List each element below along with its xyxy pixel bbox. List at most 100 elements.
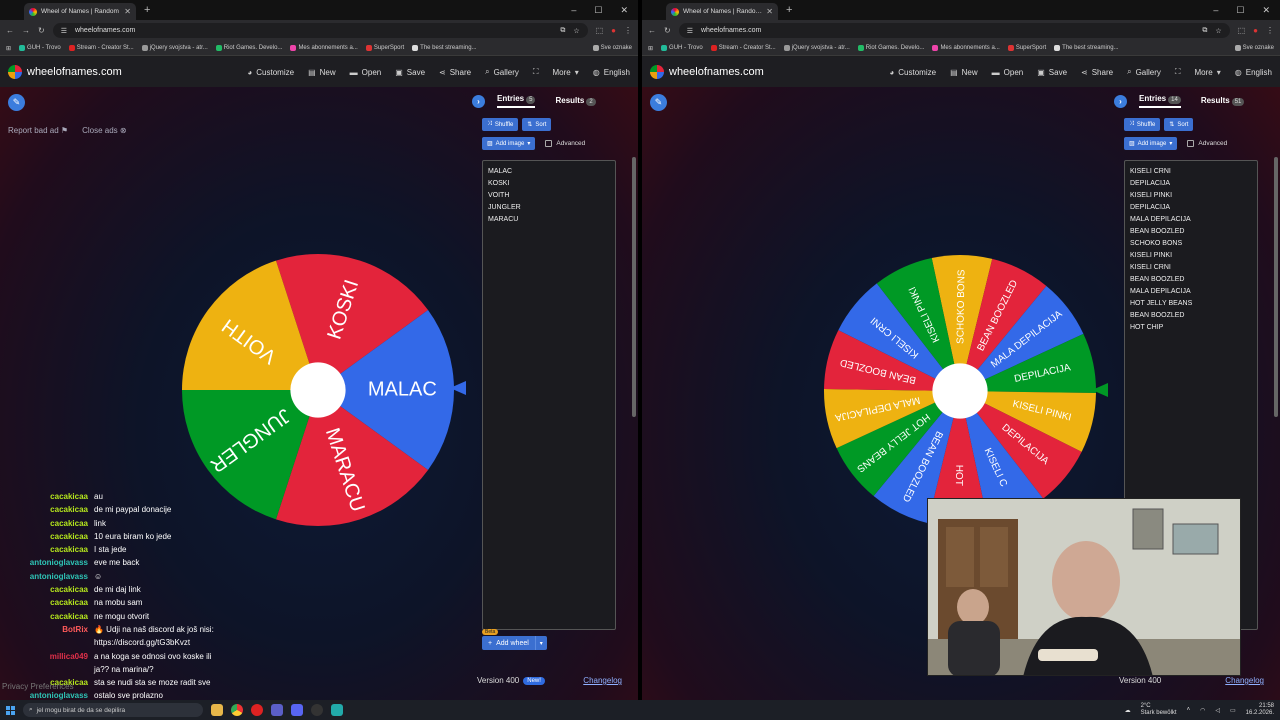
bookmark[interactable]: GUH - Trovo <box>19 45 61 51</box>
advanced-checkbox[interactable]: Advanced <box>545 140 585 147</box>
reload-icon[interactable]: ↻ <box>38 26 45 35</box>
spinning-wheel[interactable]: SCHOKO BONS BEAN BOOZLED MALA DEPILACIJA DE… <box>822 253 1098 529</box>
chevron-up-icon[interactable]: ˄ <box>1187 707 1191 713</box>
bookmark[interactable]: Riot Games. Develo... <box>215 45 282 51</box>
shuffle-button[interactable]: ⤨ Shuffle <box>482 118 519 131</box>
minimize-icon[interactable]: – <box>571 5 576 16</box>
volume-icon[interactable]: ◁ <box>1215 707 1220 714</box>
close-window-icon[interactable]: ✕ <box>1262 5 1270 16</box>
site-logo[interactable]: wheelofnames.com <box>8 65 122 79</box>
add-wheel-dropdown-icon[interactable]: ▾ <box>534 636 547 650</box>
bookmark[interactable]: Mes abonnements a... <box>290 45 358 51</box>
hide-panel-chevron-icon[interactable]: › <box>472 94 485 108</box>
changelog-link[interactable]: Changelog <box>583 676 622 685</box>
obs-icon[interactable] <box>311 704 323 716</box>
page-scrollbar[interactable] <box>632 157 636 417</box>
app-icon[interactable] <box>331 704 343 716</box>
tab-results[interactable]: Results 2 <box>555 96 596 106</box>
close-window-icon[interactable]: ✕ <box>620 5 628 16</box>
changelog-link[interactable]: Changelog <box>1225 676 1264 685</box>
save-button[interactable]: ▣ Save <box>395 68 425 77</box>
maximize-icon[interactable]: ☐ <box>1236 5 1244 16</box>
share-button[interactable]: ⋖ Share <box>439 68 471 77</box>
site-info-icon[interactable]: ☰ <box>61 27 67 35</box>
close-tab-icon[interactable]: ✕ <box>766 7 773 16</box>
menu-icon[interactable]: ⋮ <box>624 26 632 35</box>
bookmark[interactable]: Riot Games. Develo... <box>857 45 924 51</box>
all-bookmarks[interactable]: Sve oznake <box>1234 45 1274 51</box>
star-icon[interactable]: ☆ <box>1215 27 1221 35</box>
customize-button[interactable]: ◕ Customize <box>889 68 936 77</box>
bookmark[interactable]: GUH - Trovo <box>661 45 703 51</box>
wifi-icon[interactable]: ◠ <box>1200 707 1205 714</box>
bookmark[interactable]: jQuery svojstva - atr... <box>141 45 208 51</box>
more-button[interactable]: More ▾ <box>553 68 579 77</box>
reload-icon[interactable]: ↻ <box>664 26 671 35</box>
teams-icon[interactable] <box>271 704 283 716</box>
gallery-button[interactable]: ⌕ Gallery <box>1127 67 1161 77</box>
sort-button[interactable]: ⇅ Sort <box>522 118 552 131</box>
chat-username[interactable]: cacakicaa <box>0 503 88 516</box>
report-ad-link[interactable]: Report bad ad ⚑ <box>8 126 68 135</box>
chat-username[interactable]: cacakicaa <box>0 490 88 503</box>
language-button[interactable]: ◍ English <box>593 68 630 77</box>
new-tab-icon[interactable]: + <box>786 4 792 16</box>
browser-tab[interactable]: Wheel of Names | Random nam ✕ <box>666 3 778 20</box>
discord-icon[interactable] <box>291 704 303 716</box>
wheel-center-hub[interactable] <box>290 362 346 418</box>
address-bar[interactable]: ☰ wheelofnames.com ⧉ ☆ <box>52 23 588 38</box>
share-button[interactable]: ⋖ Share <box>1081 68 1113 77</box>
chat-username[interactable]: antonioglavass <box>0 556 88 569</box>
profile-icon[interactable]: ● <box>611 26 616 35</box>
customize-button[interactable]: ◕ Customize <box>247 68 294 77</box>
close-tab-icon[interactable]: ✕ <box>124 7 131 16</box>
profile-icon[interactable]: ● <box>1253 26 1258 35</box>
chat-username[interactable]: cacakicaa <box>0 517 88 530</box>
spinning-wheel[interactable]: KOSKI MALAC MARACU JUNGLER VOITH <box>180 252 456 528</box>
fullscreen-button[interactable]: ⛶ <box>533 67 539 77</box>
apps-icon[interactable]: ⊞ <box>648 45 653 52</box>
back-icon[interactable]: ← <box>6 26 14 35</box>
new-button[interactable]: ▤ New <box>950 68 978 77</box>
entries-textarea[interactable]: MALAC KOSKI VOITH JUNGLER MARACU <box>482 160 616 630</box>
translate-icon[interactable]: ⧉ <box>1202 27 1207 35</box>
extensions-icon[interactable]: ⬚ <box>596 26 604 35</box>
taskbar-search[interactable]: ⌕ jel mogu birat de da se depilira <box>23 703 203 717</box>
site-logo[interactable]: wheelofnames.com <box>650 65 764 79</box>
privacy-preferences-link[interactable]: Privacy Preferences <box>2 682 74 691</box>
chat-username[interactable]: cacakicaa <box>0 596 88 609</box>
chrome-icon[interactable] <box>231 704 243 716</box>
new-button[interactable]: ▤ New <box>308 68 336 77</box>
star-icon[interactable]: ☆ <box>573 27 579 35</box>
all-bookmarks[interactable]: Sve oznake <box>592 45 632 51</box>
battery-icon[interactable]: ▭ <box>1230 707 1236 714</box>
save-button[interactable]: ▣ Save <box>1037 68 1067 77</box>
address-bar[interactable]: ☰ wheelofnames.com ⧉ ☆ <box>678 23 1230 38</box>
chat-username[interactable]: cacakicaa <box>0 583 88 596</box>
close-ads-link[interactable]: Close ads ⊗ <box>82 126 127 135</box>
wheel-center-hub[interactable] <box>932 363 988 419</box>
gallery-button[interactable]: ⌕ Gallery <box>485 67 519 77</box>
edit-pencil-button[interactable]: ✎ <box>650 94 667 111</box>
new-tab-icon[interactable]: + <box>144 4 150 16</box>
bookmark[interactable]: The best streaming... <box>1054 45 1119 51</box>
tab-entries[interactable]: Entries 14 <box>1139 94 1181 108</box>
bookmark[interactable]: Stream - Creator St... <box>710 45 776 51</box>
bookmark[interactable]: SuperSport <box>1007 45 1046 51</box>
edit-pencil-button[interactable]: ✎ <box>8 94 25 111</box>
bookmark[interactable]: SuperSport <box>365 45 404 51</box>
minimize-icon[interactable]: – <box>1213 5 1218 16</box>
apps-icon[interactable]: ⊞ <box>6 45 11 52</box>
add-image-button[interactable]: ▨ Add image ▾ <box>1124 137 1178 150</box>
bookmark[interactable]: Stream - Creator St... <box>68 45 134 51</box>
add-image-button[interactable]: ▨ Add image ▾ <box>482 137 536 150</box>
opera-icon[interactable] <box>251 704 263 716</box>
site-info-icon[interactable]: ☰ <box>687 27 693 35</box>
windows-start-icon[interactable] <box>6 705 15 715</box>
chat-username[interactable]: antonioglavass <box>0 570 88 583</box>
more-button[interactable]: More ▾ <box>1195 68 1221 77</box>
add-wheel-button[interactable]: + Add wheel <box>482 636 535 650</box>
bookmark[interactable]: Mes abonnements a... <box>932 45 1000 51</box>
chat-username[interactable]: cacakicaa <box>0 530 88 543</box>
chat-username[interactable]: cacakicaa <box>0 543 88 556</box>
